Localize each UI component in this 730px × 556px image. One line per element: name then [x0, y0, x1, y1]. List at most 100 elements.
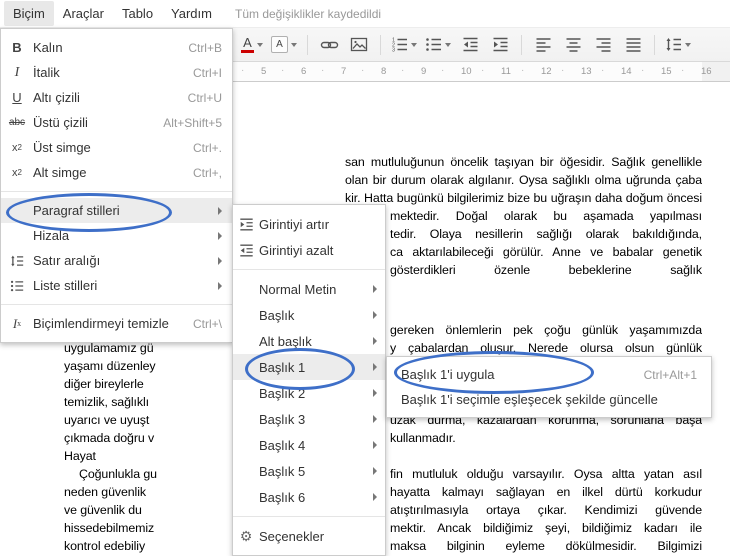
menubar: Biçim Araçlar Tablo Yardım Tüm değişikli…: [0, 0, 730, 28]
doc-line: olan bir durum olarak algılanır. Oysa sa…: [345, 173, 702, 187]
menu-item-italik[interactable]: I İtalik Ctrl+I: [1, 60, 232, 85]
menu-item-paragraf-stilleri[interactable]: Paragraf stilleri: [1, 198, 232, 223]
subscript-icon: x2: [12, 166, 22, 179]
superscript-icon: x2: [12, 141, 22, 154]
indent-decrease-button[interactable]: [456, 33, 484, 57]
menu-yardim[interactable]: Yardım: [162, 1, 221, 26]
submenu-arrow-icon: [373, 467, 377, 475]
menu-item-baslik-6[interactable]: Başlık 6: [233, 484, 385, 510]
doc-line: gösterdikleri özenle bebeklerine sağlık: [390, 263, 702, 277]
menu-item-alt-baslik[interactable]: Alt başlık: [233, 328, 385, 354]
paragraph-styles-menu: Girintiyi artır Girintiyi azalt Normal M…: [232, 204, 386, 556]
menu-item-baslik[interactable]: Başlık: [233, 302, 385, 328]
menu-item-girintiyi-azalt[interactable]: Girintiyi azalt: [233, 237, 385, 263]
submenu-arrow-icon: [373, 441, 377, 449]
menu-tablo[interactable]: Tablo: [113, 1, 162, 26]
menu-item-alt-simge[interactable]: x2 Alt simge Ctrl+,: [1, 160, 232, 185]
image-icon: [350, 37, 368, 52]
highlight-color-button[interactable]: A: [268, 33, 300, 57]
menu-item-liste-stilleri[interactable]: Liste stilleri: [1, 273, 232, 298]
submenu-arrow-icon: [373, 311, 377, 319]
align-right-icon: [596, 38, 610, 52]
numbered-list-button[interactable]: 123: [388, 33, 420, 57]
menu-item-bicimlendirmeyi-temizle[interactable]: Ix Biçimlendirmeyi temizle Ctrl+\: [1, 311, 232, 336]
bulleted-list-button[interactable]: [422, 33, 454, 57]
format-menu: B Kalın Ctrl+B I İtalik Ctrl+I U Altı çi…: [0, 28, 233, 343]
menu-item-hizala[interactable]: Hizala: [1, 223, 232, 248]
align-justify-icon: [626, 38, 640, 52]
bold-icon: B: [12, 40, 22, 55]
indent-decrease-icon: [233, 243, 259, 258]
heading1-menu: Başlık 1'i uygula Ctrl+Alt+1 Başlık 1'i …: [386, 356, 712, 418]
menu-item-secenekler[interactable]: ⚙ Seçenekler: [233, 523, 385, 549]
submenu-arrow-icon: [373, 415, 377, 423]
link-icon: [320, 41, 338, 48]
text-color-icon: A: [241, 36, 254, 53]
submenu-arrow-icon: [373, 285, 377, 293]
menu-separator: [233, 269, 385, 270]
italic-icon: I: [14, 64, 20, 80]
doc-line: diğer bireylerle: [64, 377, 144, 391]
line-spacing-icon: [666, 38, 681, 51]
doc-line: gereken önlemlerin pek çoğu günlük yaşam…: [390, 323, 702, 337]
doc-line: san mutluluğunun öncelik taşıyan bir öğe…: [345, 155, 702, 169]
paragraph-block: san mutluluğunun öncelik taşıyan bir öğe…: [345, 155, 702, 209]
clear-formatting-icon: Ix: [12, 315, 22, 331]
menu-item-ust-simge[interactable]: x2 Üst simge Ctrl+.: [1, 135, 232, 160]
menu-item-baslik-1[interactable]: Başlık 1: [233, 354, 385, 380]
menu-bicim[interactable]: Biçim: [4, 1, 54, 26]
menu-item-normal-metin[interactable]: Normal Metin: [233, 276, 385, 302]
toolbar-separator: [307, 34, 308, 55]
doc-line: mektedir. Doğal olarak bu aşamada yapılm…: [390, 209, 702, 223]
submenu-arrow-icon: [373, 363, 377, 371]
underline-icon: U: [12, 90, 22, 105]
gear-icon: ⚙: [239, 527, 253, 544]
chevron-down-icon: [445, 42, 451, 47]
indent-increase-icon: [493, 37, 507, 52]
highlight-color-icon: A: [271, 36, 288, 53]
doc-line: [390, 449, 702, 467]
menu-item-baslik-2[interactable]: Başlık 2: [233, 380, 385, 406]
doc-line: Hayat: [64, 449, 96, 463]
save-status: Tüm değişiklikler kaydedildi: [234, 6, 382, 21]
insert-image-button[interactable]: [345, 33, 373, 57]
menu-araclar[interactable]: Araçlar: [54, 1, 113, 26]
indent-increase-icon: [233, 217, 259, 232]
menu-item-girintiyi-artir[interactable]: Girintiyi artır: [233, 211, 385, 237]
doc-line: kullanmadır.: [390, 431, 456, 445]
menu-item-baslik-1-guncelle[interactable]: Başlık 1'i seçimle eşleşecek şekilde gün…: [387, 387, 711, 412]
menu-item-baslik-1-uygula[interactable]: Başlık 1'i uygula Ctrl+Alt+1: [387, 362, 711, 387]
indent-increase-button[interactable]: [486, 33, 514, 57]
submenu-arrow-icon: [373, 337, 377, 345]
align-center-button[interactable]: [559, 33, 587, 57]
menu-item-baslik-3[interactable]: Başlık 3: [233, 406, 385, 432]
insert-link-button[interactable]: [315, 33, 343, 57]
chevron-down-icon: [411, 42, 417, 47]
submenu-arrow-icon: [218, 231, 222, 240]
line-spacing-button[interactable]: [662, 33, 694, 57]
doc-line: mektir. Ancak bildiğimiz şeyi, bildiğimi…: [390, 521, 702, 535]
strikethrough-icon: abc: [8, 117, 26, 128]
text-color-button[interactable]: A: [238, 33, 266, 57]
doc-line: atıştırılmasıyla ortaya çıkar. Kendimizi…: [390, 503, 702, 517]
list-styles-icon: [1, 279, 33, 293]
menu-item-baslik-5[interactable]: Başlık 5: [233, 458, 385, 484]
doc-line: temizlik, sağlıklı: [64, 395, 149, 409]
submenu-arrow-icon: [218, 256, 222, 265]
chevron-down-icon: [257, 42, 263, 47]
toolbar-separator: [380, 34, 381, 55]
menu-item-alti-cizili[interactable]: U Altı çizili Ctrl+U: [1, 85, 232, 110]
align-left-button[interactable]: [529, 33, 557, 57]
align-left-icon: [536, 38, 550, 52]
align-justify-button[interactable]: [619, 33, 647, 57]
chevron-down-icon: [291, 42, 297, 47]
doc-line: kir. Hatta bugünkü bilgilerimiz bize bu …: [345, 191, 702, 205]
menu-item-satir-araligi[interactable]: Satır aralığı: [1, 248, 232, 273]
doc-line: uygulamamız gü: [64, 341, 154, 355]
menu-item-baslik-4[interactable]: Başlık 4: [233, 432, 385, 458]
line-spacing-icon: [1, 254, 33, 268]
menu-separator: [1, 304, 232, 305]
menu-item-kalin[interactable]: B Kalın Ctrl+B: [1, 35, 232, 60]
align-right-button[interactable]: [589, 33, 617, 57]
menu-item-ustu-cizili[interactable]: abc Üstü çizili Alt+Shift+5: [1, 110, 232, 135]
